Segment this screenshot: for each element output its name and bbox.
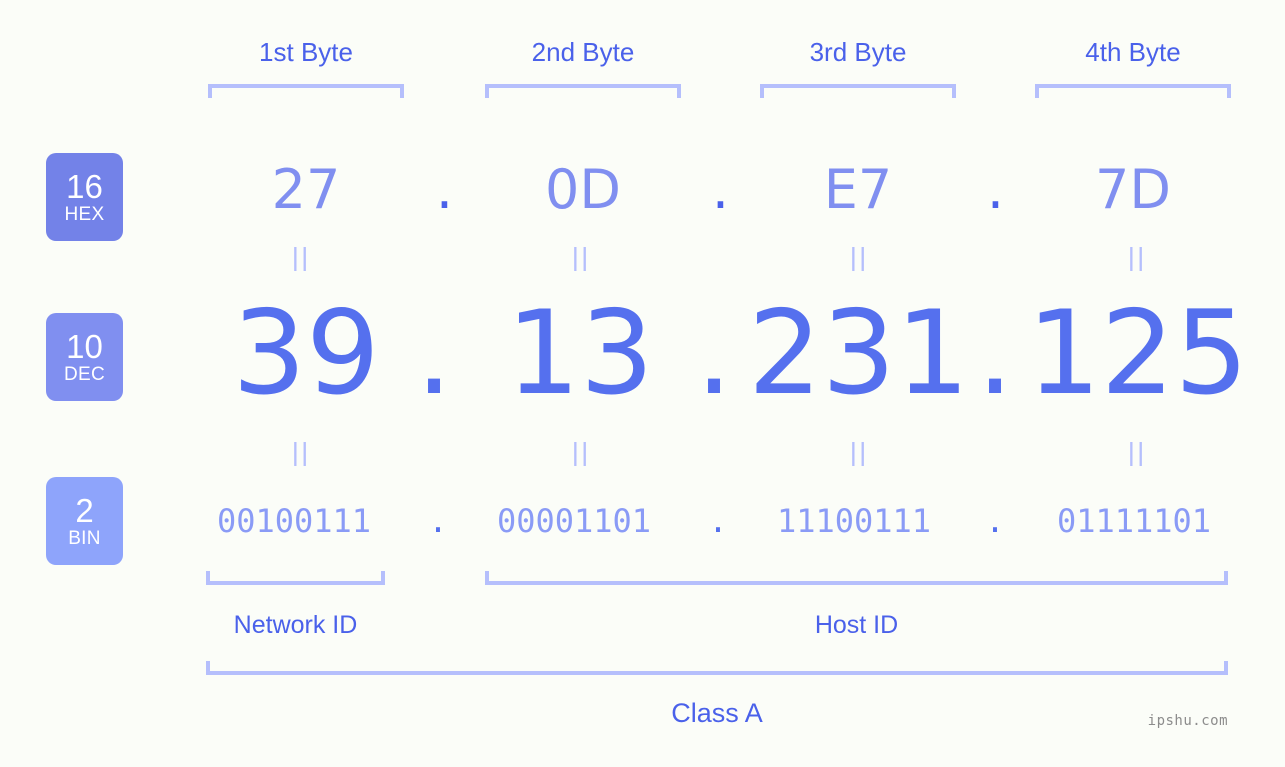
hex-byte-1: 27 (271, 158, 341, 221)
binary-byte-4: 01111101 (1056, 502, 1212, 540)
equals-mark-dec-bin-3: || (848, 438, 868, 467)
byte-bracket-1 (208, 84, 404, 98)
byte-header-2: 2nd Byte (531, 37, 635, 67)
decimal-byte-1: 39 (232, 286, 380, 421)
hex-separator-2: . (711, 158, 730, 221)
decimal-byte-2: 13 (506, 286, 654, 421)
byte-bracket-3 (760, 84, 956, 98)
ip-breakdown-diagram: 1st Byte 2nd Byte 3rd Byte 4th Byte 16 H… (0, 0, 1285, 767)
equals-mark-dec-bin-2: || (570, 438, 590, 467)
binary-byte-3: 11100111 (776, 502, 932, 540)
hex-byte-4: 7D (1095, 158, 1171, 221)
decimal-separator-3: . (976, 286, 1014, 421)
binary-byte-2: 00001101 (496, 502, 652, 540)
byte-header-1: 1st Byte (259, 37, 353, 67)
byte-bracket-2 (485, 84, 681, 98)
class-bracket (206, 661, 1228, 675)
binary-separator-2: . (708, 502, 728, 540)
hex-byte-3: E7 (823, 158, 893, 221)
decimal-separator-2: . (695, 286, 733, 421)
binary-byte-1: 00100111 (216, 502, 372, 540)
equals-mark-dec-bin-4: || (1126, 438, 1146, 467)
equals-mark-hex-dec-4: || (1126, 243, 1146, 272)
decimal-separator-1: . (415, 286, 453, 421)
network-id-label: Network ID (233, 611, 358, 639)
byte-bracket-4 (1035, 84, 1231, 98)
decimal-byte-3: 231 (748, 286, 970, 421)
equals-mark-hex-dec-1: || (290, 243, 310, 272)
binary-separator-1: . (428, 502, 448, 540)
decimal-byte-4: 125 (1027, 286, 1249, 421)
byte-header-4: 4th Byte (1085, 37, 1181, 67)
hex-separator-1: . (435, 158, 454, 221)
hex-separator-3: . (986, 158, 1005, 221)
hex-byte-2: 0D (545, 158, 621, 221)
decimal-value-row: 39 . 13 . 231 . 125 (0, 290, 1285, 418)
hex-value-row: 27 . 0D . E7 . 7D (0, 148, 1285, 232)
site-watermark: ipshu.com (1147, 713, 1228, 729)
network-id-bracket (206, 571, 385, 585)
host-id-bracket (485, 571, 1228, 585)
equals-mark-hex-dec-2: || (570, 243, 590, 272)
byte-header-3: 3rd Byte (809, 37, 907, 67)
host-id-label: Host ID (814, 611, 899, 639)
equals-mark-dec-bin-1: || (290, 438, 310, 467)
binary-value-row: 00100111 . 00001101 . 11100111 . 0111110… (0, 493, 1285, 549)
equals-mark-hex-dec-3: || (848, 243, 868, 272)
binary-separator-3: . (985, 502, 1005, 540)
class-label: Class A (671, 698, 763, 728)
